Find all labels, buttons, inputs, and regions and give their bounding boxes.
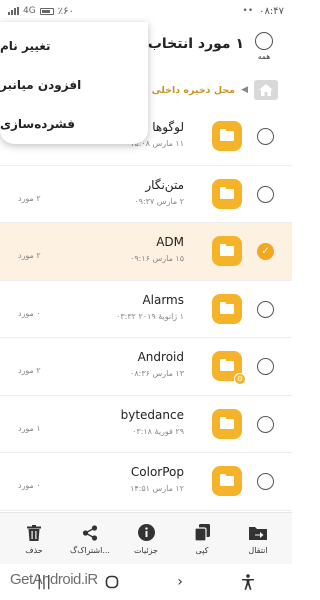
- folder-icon: [212, 293, 242, 324]
- action-bar: حذف اشتراک‌گ... جزئیات کپی انتقال: [0, 512, 292, 564]
- battery-icon: [39, 7, 54, 15]
- copy-icon: [192, 523, 212, 543]
- nav-bar: ||| ›: [0, 564, 292, 600]
- file-name: bytedance: [120, 407, 184, 422]
- file-date: ۱ ژانویهٔ ۲۰۱۹ ۰۳:۳۲: [116, 311, 184, 321]
- file-count: ۲ مورد: [18, 251, 41, 260]
- folder-icon: ⚙: [212, 351, 246, 385]
- delete-button[interactable]: حذف: [6, 523, 62, 555]
- recents-button[interactable]: |||: [29, 567, 59, 597]
- status-time: ۰۸:۴۷: [259, 5, 284, 17]
- details-button[interactable]: جزئیات: [118, 523, 174, 555]
- menu-item-rename[interactable]: تغییر نام: [0, 26, 148, 65]
- row-checkbox[interactable]: [257, 300, 274, 318]
- home-nav-icon: [105, 575, 119, 589]
- accessibility-icon: [242, 574, 254, 590]
- file-row[interactable]: Alarms ۱ ژانویهٔ ۲۰۱۹ ۰۳:۳۲ ۰ مورد: [0, 280, 292, 338]
- delete-label: حذف: [25, 545, 43, 555]
- row-checkbox[interactable]: [257, 473, 274, 490]
- file-count: ۲ مورد: [18, 366, 41, 375]
- status-left: 4G ٪۶۰: [8, 6, 74, 17]
- notification-dots: ••: [242, 6, 254, 16]
- home-icon[interactable]: [254, 80, 278, 100]
- file-row[interactable]: ✓ ADM ۱۵ مارس ۰۹:۱۶ ۲ مورد: [0, 223, 292, 281]
- back-button[interactable]: ›: [165, 567, 195, 597]
- copy-label: کپی: [195, 545, 209, 555]
- file-name: Android: [137, 350, 184, 364]
- row-checkbox[interactable]: [257, 358, 274, 375]
- file-date: ۲۹ فوریهٔ ۰۳:۱۸: [132, 426, 184, 436]
- file-name: Alarms: [142, 292, 184, 307]
- trash-icon: [24, 523, 44, 543]
- status-bar: 4G ٪۶۰ •• ۰۸:۴۷: [0, 0, 292, 22]
- folder-icon: [212, 121, 242, 151]
- battery-percent: ٪۶۰: [57, 5, 74, 17]
- details-label: جزئیات: [134, 545, 158, 555]
- file-count: ۱ مورد: [18, 423, 41, 433]
- context-menu: تغییر نام افزودن میانبر فشرده‌سازی: [0, 22, 148, 144]
- file-date: ۲ مارس ۰۹:۳۷: [134, 196, 184, 206]
- move-button[interactable]: انتقال: [230, 523, 286, 555]
- select-all-checkbox[interactable]: [255, 32, 273, 50]
- file-name: لوگوها: [152, 120, 184, 134]
- folder-icon: [212, 236, 242, 266]
- copy-button[interactable]: کپی: [174, 523, 230, 555]
- file-date: ۱۳ مارس ۰۸:۳۶: [130, 369, 184, 378]
- share-icon: [80, 523, 100, 543]
- file-row[interactable]: ColorPop ۱۲ مارس ۱۴:۵۱ ۰ مورد: [0, 453, 292, 511]
- recents-icon: |||: [36, 574, 52, 590]
- file-name: متن‌نگار: [145, 177, 184, 192]
- share-button[interactable]: اشتراک‌گ...: [62, 523, 118, 555]
- row-checkbox-checked[interactable]: ✓: [257, 243, 274, 260]
- select-all-label: همه: [257, 52, 271, 61]
- file-name: ADM: [156, 235, 184, 249]
- file-name: ColorPop: [130, 465, 184, 479]
- file-date: ۱۵ مارس ۰۹:۱۶: [130, 254, 184, 263]
- info-icon: [136, 523, 156, 543]
- share-label: اشتراک‌گ...: [70, 545, 110, 555]
- folder-icon: [212, 178, 242, 209]
- select-all[interactable]: همه: [252, 32, 276, 61]
- file-count: ۲ مورد: [18, 193, 41, 203]
- file-count: ۰ مورد: [18, 481, 41, 490]
- status-right: •• ۰۸:۴۷: [243, 6, 284, 17]
- home-nav-button[interactable]: [97, 567, 127, 597]
- row-checkbox[interactable]: [257, 185, 274, 203]
- file-date: ۱۲ مارس ۱۴:۵۱: [130, 484, 184, 493]
- breadcrumb-arrow-icon: ◀: [241, 85, 248, 95]
- network-label: 4G: [23, 6, 36, 16]
- menu-item-compress[interactable]: فشرده‌سازی: [0, 104, 148, 143]
- file-row[interactable]: bytedance ۲۹ فوریهٔ ۰۳:۱۸ ۱ مورد: [0, 395, 292, 453]
- file-list: لوگوها ۱۱ مارس ۱۵:۰۸ متن‌نگار ۲ مارس ۰۹:…: [0, 108, 292, 511]
- file-count: ۰ مورد: [18, 308, 41, 318]
- folder-icon: [212, 466, 242, 496]
- file-row[interactable]: متن‌نگار ۲ مارس ۰۹:۳۷ ۲ مورد: [0, 165, 292, 223]
- move-label: انتقال: [248, 545, 268, 555]
- folder-icon: [212, 408, 242, 439]
- file-row[interactable]: ⚙ Android ۱۳ مارس ۰۸:۳۶ ۲ مورد: [0, 338, 292, 396]
- breadcrumb-label[interactable]: محل ذخیره داخلی: [152, 85, 235, 96]
- accessibility-button[interactable]: [233, 567, 263, 597]
- menu-item-add-shortcut[interactable]: افزودن میانبر: [0, 65, 148, 104]
- row-checkbox[interactable]: [257, 128, 274, 145]
- gear-icon: ⚙: [234, 373, 246, 385]
- signal-icon: [8, 7, 19, 15]
- row-checkbox[interactable]: [257, 415, 274, 433]
- chevron-right-icon: ›: [177, 574, 183, 590]
- move-icon: [248, 523, 268, 543]
